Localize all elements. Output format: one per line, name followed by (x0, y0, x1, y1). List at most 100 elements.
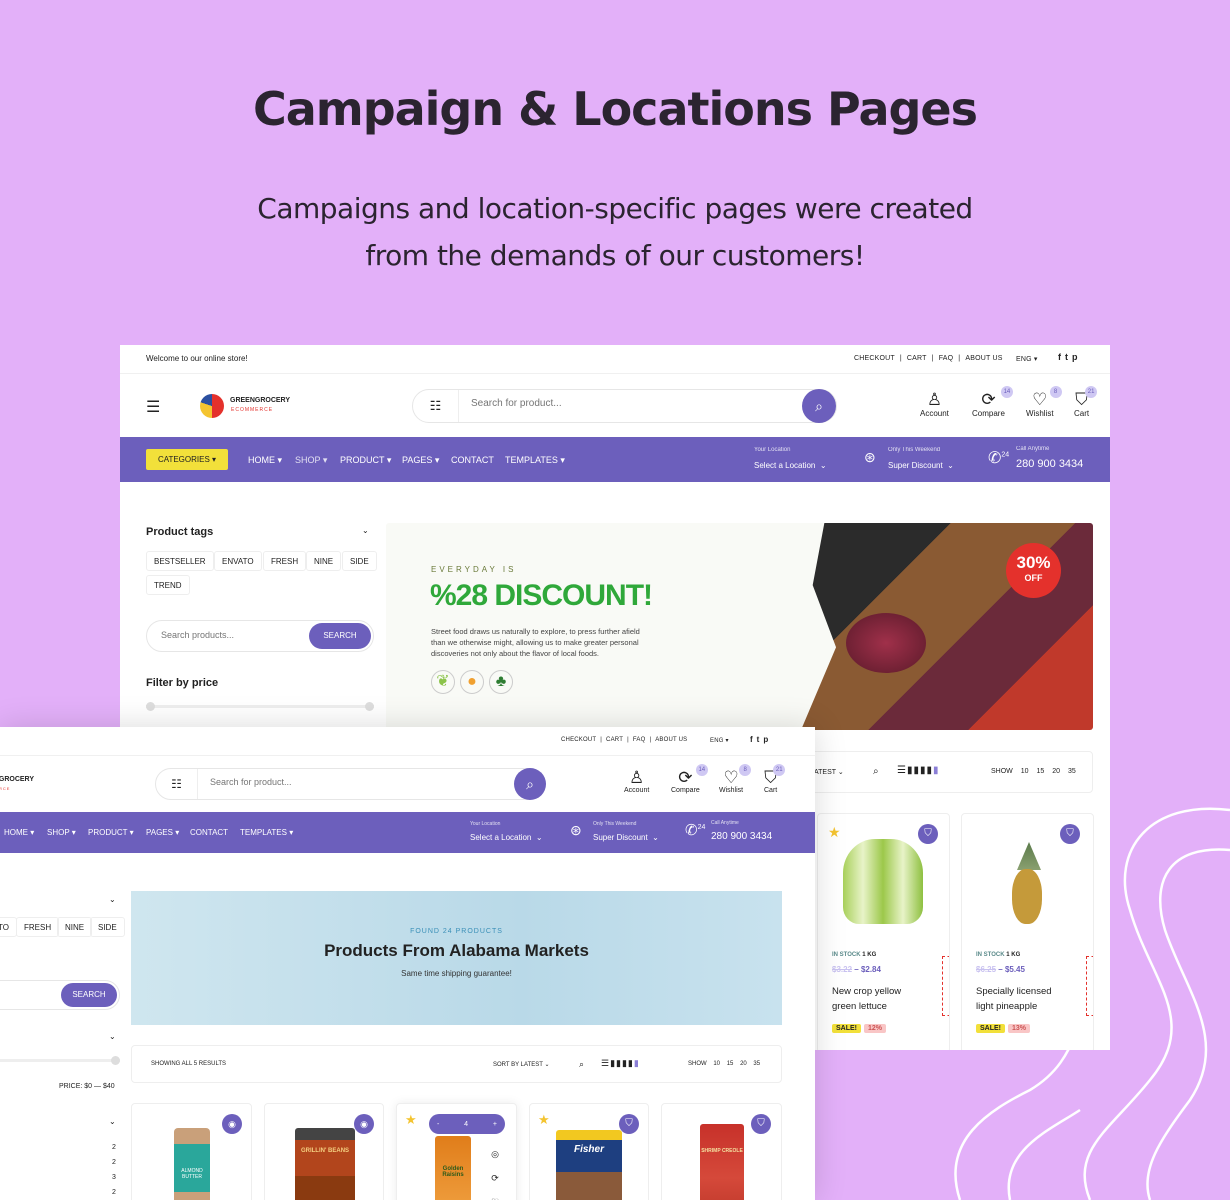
increase-button[interactable]: + (493, 1121, 497, 1128)
sort-select[interactable]: SORT BY LATEST ⌄ (493, 1061, 550, 1068)
wishlist-button[interactable]: ♡ Wishlist 8 (1026, 386, 1062, 418)
collapse-icon[interactable]: ⌄ (109, 1117, 116, 1126)
search-filter-icon[interactable]: ☷ (413, 390, 459, 422)
collapse-icon[interactable]: ⌄ (362, 526, 369, 535)
discount-select[interactable]: Super Discount ⌄ (888, 461, 954, 470)
pinterest-icon[interactable]: p (763, 735, 772, 744)
logo-name: GREENGROCERY (0, 776, 35, 783)
tag-side[interactable]: SIDE (342, 551, 377, 571)
search-button[interactable]: ⌕ (802, 389, 836, 423)
menu-icon[interactable]: ☰ (146, 397, 160, 417)
tag-nine[interactable]: NINE (306, 551, 342, 571)
shrimp-creole-image: SHRIMP CREOLE (700, 1124, 744, 1200)
quick-view-icon[interactable]: ◎ (491, 1142, 499, 1166)
twitter-icon[interactable]: t (1065, 352, 1072, 362)
search-input[interactable] (471, 398, 751, 409)
nav-product[interactable]: PRODUCT ▾ (88, 828, 134, 837)
categories-button[interactable]: CATEGORIES ▾ (146, 449, 228, 470)
toolbar-search-icon[interactable]: ⌕ (873, 766, 879, 777)
price-slider-max[interactable] (365, 702, 374, 711)
product-card[interactable]: ◉ GRILLIN' BEANS (264, 1103, 384, 1200)
product-card[interactable]: ⛉ IN STOCK 1 KG $6.25 – $5.45 Specially … (961, 813, 1094, 1050)
main-nav: HOME ▾ SHOP ▾ PRODUCT ▾ PAGES ▾ CONTACT … (0, 812, 815, 853)
cart-button[interactable]: ⛉ Cart 21 (764, 764, 786, 794)
facebook-icon[interactable]: f (750, 735, 757, 744)
nav-pages[interactable]: PAGES ▾ (146, 828, 179, 837)
grid-view-icons[interactable]: ☰▮▮▮▮▮ (897, 765, 940, 776)
product-card[interactable]: ★ - 4 + Golden Raisins ◎⟳♡ (396, 1103, 517, 1200)
tag-bestseller[interactable]: BESTSELLER (146, 551, 214, 571)
product-card[interactable]: ★ ⛉ IN STOCK 1 KG $3.22 – $2.84 New crop… (817, 813, 950, 1050)
show-count[interactable]: SHOW 10 15 20 35 (688, 1061, 760, 1067)
shop-toolbar: SHOWING ALL 5 RESULTS SORT BY LATEST ⌄ ⌕… (131, 1045, 782, 1083)
sidebar-search-button[interactable]: SEARCH (309, 623, 371, 649)
pinterest-icon[interactable]: p (1072, 352, 1082, 362)
nav-shop[interactable]: SHOP ▾ (295, 455, 327, 466)
tag-trend[interactable]: TREND (146, 575, 190, 595)
topbar-link-faq[interactable]: FAQ (939, 355, 954, 362)
tag-fresh[interactable]: FRESH (263, 551, 307, 571)
collapse-icon[interactable]: ⌄ (109, 895, 116, 904)
nav-templates[interactable]: TEMPLATES ▾ (505, 455, 565, 466)
account-button[interactable]: ♙ Account (920, 391, 949, 419)
nav-home[interactable]: HOME ▾ (248, 455, 282, 466)
topbar-link-cart[interactable]: CART (907, 355, 927, 362)
topbar-link-checkout[interactable]: CHECKOUT (561, 737, 596, 743)
compare-icon[interactable]: ⟳ (491, 1166, 499, 1190)
language-select[interactable]: ENG ▾ (1016, 355, 1038, 363)
avocado-icon: ● (460, 670, 484, 694)
topbar-link-checkout[interactable]: CHECKOUT (854, 355, 895, 362)
add-to-cart-icon: ⛉ (1060, 824, 1080, 844)
add-to-cart-icon: ⛉ (619, 1114, 639, 1134)
price-slider-min[interactable] (146, 702, 155, 711)
nav-templates[interactable]: TEMPLATES ▾ (240, 828, 293, 837)
search-input[interactable] (210, 777, 460, 787)
location-select[interactable]: Select a Location ⌄ (754, 461, 827, 470)
language-select[interactable]: ENG ▾ (710, 737, 729, 744)
product-card[interactable]: ◉ ALMOND BUTTER (131, 1103, 252, 1200)
cart-button[interactable]: ⛉ Cart 21 (1074, 386, 1098, 418)
grid-view-icons[interactable]: ☰▮▮▮▮▮ (601, 1058, 640, 1069)
compare-button[interactable]: ⟳ Compare 14 (671, 764, 708, 794)
nav-pages[interactable]: PAGES ▾ (402, 455, 439, 466)
compare-button[interactable]: ⟳ Compare 14 (972, 386, 1013, 418)
quantity-stepper[interactable]: - 4 + (429, 1114, 505, 1134)
topbar-link-faq[interactable]: FAQ (633, 737, 646, 743)
nav-home[interactable]: HOME ▾ (4, 828, 34, 837)
show-count[interactable]: SHOW 10 15 20 35 (991, 768, 1076, 775)
wishlist-button[interactable]: ♡ Wishlist 8 (719, 764, 752, 794)
sort-select[interactable]: ATEST ⌄ (814, 768, 844, 776)
decrease-button[interactable]: - (437, 1121, 439, 1128)
results-count: SHOWING ALL 5 RESULTS (151, 1061, 227, 1067)
tag-envato[interactable]: TO (0, 917, 17, 937)
nav-shop[interactable]: SHOP ▾ (47, 828, 76, 837)
product-card[interactable]: ★ ⛉ Fisher (529, 1103, 649, 1200)
nav-product[interactable]: PRODUCT ▾ (340, 455, 391, 466)
toolbar-search-icon[interactable]: ⌕ (579, 1059, 584, 1070)
off-badge: 30% OFF (1006, 543, 1061, 598)
tag-fresh[interactable]: FRESH (16, 917, 60, 937)
wishlist-icon[interactable]: ♡ (491, 1190, 499, 1200)
product-card[interactable]: ⛉ SHRIMP CREOLE (661, 1103, 782, 1200)
logo-icon (200, 394, 224, 418)
search-filter-icon[interactable]: ☷ (156, 769, 198, 799)
topbar-link-cart[interactable]: CART (606, 737, 623, 743)
tag-side[interactable]: SIDE (90, 917, 125, 937)
tag-nine[interactable]: NINE (57, 917, 93, 937)
star-icon: ★ (828, 824, 841, 840)
location-select[interactable]: Select a Location ⌄ (470, 833, 543, 842)
sidebar-search-button[interactable]: SEARCH (61, 983, 117, 1007)
search-button[interactable]: ⌕ (514, 768, 546, 800)
nav-contact[interactable]: CONTACT (190, 828, 228, 837)
topbar-link-about[interactable]: ABOUT US (655, 737, 687, 743)
facebook-icon[interactable]: f (1058, 352, 1065, 362)
discount-select[interactable]: Super Discount ⌄ (593, 833, 659, 842)
nav-contact[interactable]: CONTACT (451, 455, 494, 465)
account-button[interactable]: ♙ Account (624, 769, 649, 795)
raisins-image: Golden Raisins (435, 1136, 471, 1200)
sidebar-search-input[interactable] (161, 630, 291, 640)
price-slider-max[interactable] (111, 1056, 120, 1065)
topbar-link-about[interactable]: ABOUT US (965, 355, 1002, 362)
collapse-icon[interactable]: ⌄ (109, 1032, 116, 1041)
tag-envato[interactable]: ENVATO (214, 551, 262, 571)
